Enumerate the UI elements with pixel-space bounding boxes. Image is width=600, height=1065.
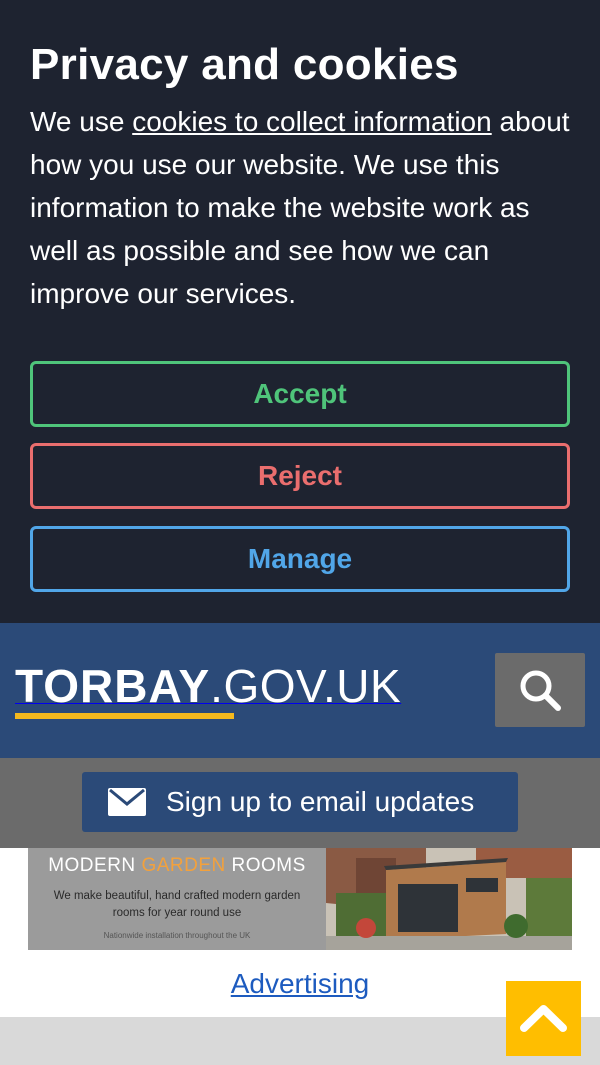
advert-tagline: We make beautiful, hand crafted modern g… <box>53 890 301 919</box>
advert-headline-part2: ROOMS <box>225 855 306 876</box>
advert-banner[interactable]: MODERN GARDEN ROOMS We make beautiful, h… <box>28 848 572 950</box>
logo-underline <box>15 713 234 719</box>
manage-cookies-button[interactable]: Manage <box>30 526 570 592</box>
advert-footnote: Nationwide installation throughout the U… <box>103 931 251 940</box>
reject-cookies-button[interactable]: Reject <box>30 443 570 509</box>
cookie-body-prefix: We use <box>30 106 133 137</box>
accept-cookies-button[interactable]: Accept <box>30 361 570 427</box>
advert-headline-part1: MODERN <box>48 855 142 876</box>
logo-text-domain: .GOV.UK <box>210 660 402 712</box>
cookie-banner-title: Privacy and cookies <box>30 40 459 89</box>
advert-headline: MODERN GARDEN ROOMS <box>28 855 326 877</box>
site-header: TORBAY.GOV.UK <box>0 623 600 758</box>
email-signup-button[interactable]: Sign up to email updates <box>82 772 518 832</box>
envelope-icon <box>108 788 146 816</box>
garden-room-photo <box>326 848 572 950</box>
search-button[interactable] <box>495 653 585 727</box>
site-logo[interactable]: TORBAY.GOV.UK <box>15 659 401 721</box>
advert-text: MODERN GARDEN ROOMS We make beautiful, h… <box>28 848 326 950</box>
logo-text-torbay: TORBAY <box>15 660 211 712</box>
email-signup-label: Sign up to email updates <box>166 786 475 817</box>
advert-headline-accent: GARDEN <box>141 855 226 876</box>
back-to-top-button[interactable] <box>506 981 581 1056</box>
chevron-up-icon <box>520 1005 567 1032</box>
cookie-banner: Privacy and cookies We use cookies to co… <box>0 0 600 623</box>
cookie-banner-body: We use cookies to collect information ab… <box>30 100 575 315</box>
email-signup-bar: Sign up to email updates <box>0 758 600 848</box>
search-icon <box>520 670 561 711</box>
cookie-policy-link[interactable]: cookies to collect information <box>132 106 492 137</box>
